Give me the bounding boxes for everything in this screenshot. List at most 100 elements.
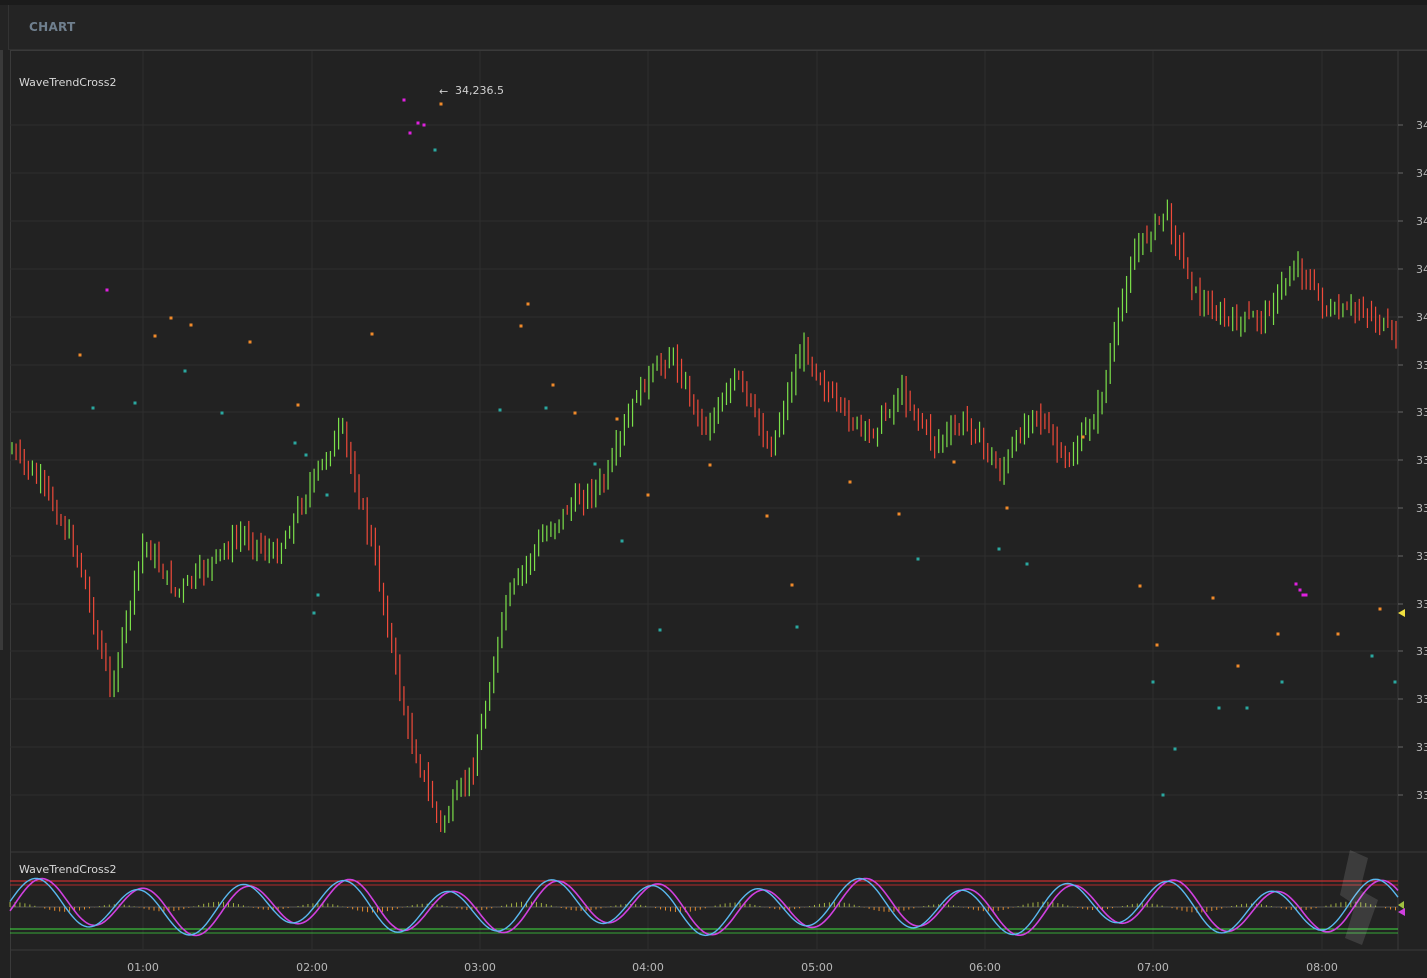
signal-dot [1276, 632, 1280, 636]
signal-dot [1280, 680, 1284, 684]
signal-dot [293, 441, 297, 445]
signal-dot [498, 408, 502, 412]
signal-dot [526, 302, 530, 306]
signal-dot [370, 332, 374, 336]
signal-dot [1025, 562, 1029, 566]
signal-dot [620, 539, 624, 543]
signal-dot [408, 131, 412, 135]
y-axis: 34 34 34 34 34 33 33 33 33 33 33 33 33 33 33 [1398, 119, 1427, 802]
signal-dot [658, 628, 662, 632]
x-tick-label: 01:00 [127, 961, 159, 974]
signal-dot [1336, 632, 1340, 636]
signal-dot [248, 340, 252, 344]
high-price-label: 34,236.5 [455, 84, 504, 97]
signal-dot [848, 480, 852, 484]
y-tick-label: 34 [1416, 167, 1427, 180]
watermark-logo-icon [1340, 850, 1378, 945]
signal-dot [325, 493, 329, 497]
y-tick-label: 34 [1416, 215, 1427, 228]
signal-dot [316, 593, 320, 597]
signal-dot [91, 406, 95, 410]
x-tick-label: 07:00 [1137, 961, 1169, 974]
signal-dot [1081, 435, 1085, 439]
x-tick-label: 02:00 [296, 961, 328, 974]
signal-dot [189, 323, 193, 327]
signal-dot [1393, 680, 1397, 684]
signal-dot [153, 334, 157, 338]
signal-dot [1236, 664, 1240, 668]
signal-dot [897, 512, 901, 516]
x-tick-label: 08:00 [1306, 961, 1338, 974]
signal-dot [296, 403, 300, 407]
y-tick-label: 33 [1416, 598, 1427, 611]
last-price-marker-icon [1398, 609, 1405, 617]
y-tick-label: 33 [1416, 359, 1427, 372]
signal-dot [795, 625, 799, 629]
signal-dot [1301, 593, 1305, 597]
signal-dot [433, 148, 437, 152]
signal-dot [416, 121, 420, 125]
signal-dot [916, 557, 920, 561]
x-tick-label: 06:00 [969, 961, 1001, 974]
signal-dot [1294, 582, 1298, 586]
signal-dot [402, 98, 406, 102]
signal-dot [952, 460, 956, 464]
signal-dot [1304, 593, 1308, 597]
signal-dot [646, 493, 650, 497]
signal-dot [708, 463, 712, 467]
signal-dot [1211, 596, 1215, 600]
signal-dot [422, 123, 426, 127]
price-bars [11, 199, 1397, 833]
signal-dot [312, 611, 316, 615]
study-label-osc: WaveTrendCross2 [19, 863, 116, 876]
signal-dot [765, 514, 769, 518]
signal-dot [1151, 680, 1155, 684]
x-tick-label: 04:00 [632, 961, 664, 974]
y-tick-label: 34 [1416, 263, 1427, 276]
signal-dot [133, 401, 137, 405]
y-tick-label: 34 [1416, 119, 1427, 132]
y-tick-label: 33 [1416, 741, 1427, 754]
signal-dot [105, 288, 109, 292]
signal-dot [1005, 506, 1009, 510]
x-axis: 01:00 02:00 03:00 04:00 05:00 06:00 07:00 08:00 [127, 961, 1338, 974]
y-tick-label: 33 [1416, 693, 1427, 706]
y-tick-label: 33 [1416, 454, 1427, 467]
y-tick-label: 33 [1416, 550, 1427, 563]
osc-value-marker-icon [1398, 908, 1405, 916]
signal-dot [544, 406, 548, 410]
y-tick-label: 34 [1416, 311, 1427, 324]
signal-dot [1217, 706, 1221, 710]
signal-dot [615, 417, 619, 421]
signal-dot [304, 453, 308, 457]
signal-dot [220, 411, 224, 415]
study-label-price: WaveTrendCross2 [19, 76, 116, 89]
y-tick-label: 33 [1416, 645, 1427, 658]
signal-dot [1298, 588, 1302, 592]
grid-lines [10, 51, 1427, 951]
signal-dot [519, 324, 523, 328]
high-arrow-icon: ← [439, 85, 448, 98]
osc-value-marker2-icon [1398, 901, 1404, 909]
oscillator-pane [9, 877, 1399, 937]
x-tick-label: 03:00 [464, 961, 496, 974]
signal-dot [1155, 643, 1159, 647]
high-price-marker: ← 34,236.5 [439, 84, 504, 98]
signal-dot [997, 547, 1001, 551]
signal-dot [78, 353, 82, 357]
signal-dot [169, 316, 173, 320]
signal-dot [1370, 654, 1374, 658]
y-tick-label: 33 [1416, 406, 1427, 419]
chart-canvas[interactable]: WaveTrendCross2 WaveTrendCross2 ← 34,236… [0, 0, 1427, 978]
x-tick-label: 05:00 [801, 961, 833, 974]
signal-dots [78, 98, 1397, 797]
signal-dot [1161, 793, 1165, 797]
signal-dot [439, 102, 443, 106]
y-tick-label: 33 [1416, 502, 1427, 515]
signal-dot [1173, 747, 1177, 751]
signal-dot [551, 383, 555, 387]
signal-dot [593, 462, 597, 466]
signal-dot [1138, 584, 1142, 588]
signal-dot [790, 583, 794, 587]
signal-dot [1378, 607, 1382, 611]
